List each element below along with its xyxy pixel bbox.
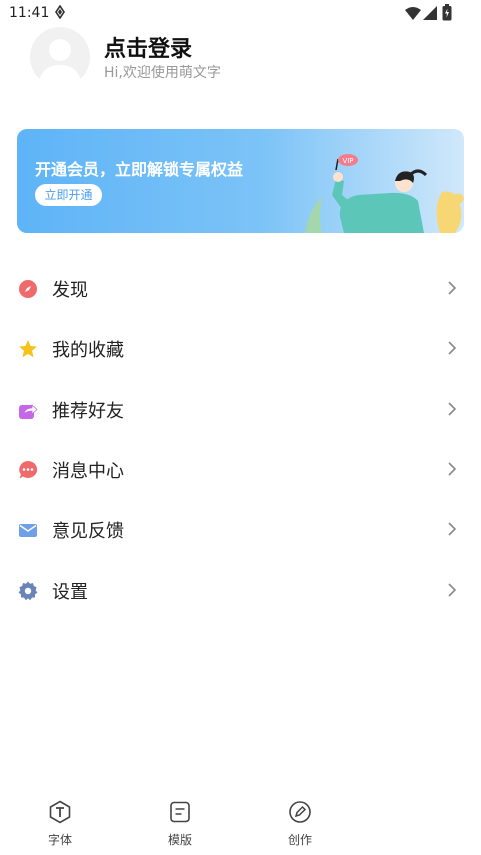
- menu-item-settings[interactable]: 设置: [0, 561, 481, 621]
- chevron-right-icon: [448, 281, 457, 295]
- menu-item-discover[interactable]: 发现: [0, 259, 481, 319]
- battery-icon: [442, 4, 452, 21]
- default-user-icon: [38, 39, 82, 87]
- menu-item-label: 意见反馈: [52, 521, 124, 542]
- share-icon: [19, 404, 38, 419]
- wifi-icon: [405, 7, 421, 20]
- menu-item-favorites[interactable]: 我的收藏: [0, 319, 481, 379]
- tab-label: 模版: [167, 833, 192, 847]
- template-icon: [170, 801, 190, 823]
- chevron-right-icon: [448, 341, 457, 355]
- mail-icon: [19, 524, 37, 537]
- vip-illustration: VIP: [305, 154, 464, 233]
- vip-banner-title: 开通会员，立即解锁专属权益: [35, 160, 244, 179]
- avatar[interactable]: [30, 27, 90, 87]
- gear-icon: [18, 581, 38, 601]
- star-icon: [19, 340, 37, 358]
- vip-badge-text: VIP: [342, 157, 353, 165]
- font-icon: [49, 800, 71, 824]
- nfc-icon: [55, 5, 65, 19]
- menu-item-label: 推荐好友: [52, 401, 124, 422]
- compass-icon: [19, 280, 37, 298]
- message-icon: [19, 460, 38, 479]
- menu-item-label: 消息中心: [52, 461, 124, 482]
- chevron-right-icon: [448, 402, 457, 416]
- menu-item-label: 发现: [52, 280, 88, 301]
- login-title[interactable]: 点击登录: [104, 31, 192, 63]
- menu-item-label: 设置: [52, 582, 88, 603]
- status-time: 11:41: [9, 5, 50, 21]
- pen-icon: [289, 801, 311, 823]
- welcome-text: Hi,欢迎使用萌文字: [104, 65, 221, 81]
- vip-open-button[interactable]: 立即开通: [35, 184, 102, 206]
- tab-font[interactable]: 字体: [30, 790, 90, 855]
- tab-create[interactable]: 创作: [270, 790, 330, 855]
- tab-label: 字体: [47, 833, 72, 847]
- tab-label: 创作: [287, 833, 312, 847]
- menu-item-recommend-friends[interactable]: 推荐好友: [0, 380, 481, 440]
- menu-item-label: 我的收藏: [52, 340, 124, 361]
- menu-item-feedback[interactable]: 意见反馈: [0, 500, 481, 560]
- status-bar: 11:41: [0, 0, 481, 28]
- signal-icon: [423, 6, 437, 20]
- bottom-tab-bar: 字体 模版 创作: [0, 790, 481, 855]
- chevron-right-icon: [448, 522, 457, 536]
- vip-banner[interactable]: 开通会员，立即解锁专属权益 立即开通 VIP: [17, 129, 464, 233]
- menu-item-message-center[interactable]: 消息中心: [0, 440, 481, 500]
- chevron-right-icon: [448, 583, 457, 597]
- tab-template[interactable]: 模版: [150, 790, 210, 855]
- chevron-right-icon: [448, 462, 457, 476]
